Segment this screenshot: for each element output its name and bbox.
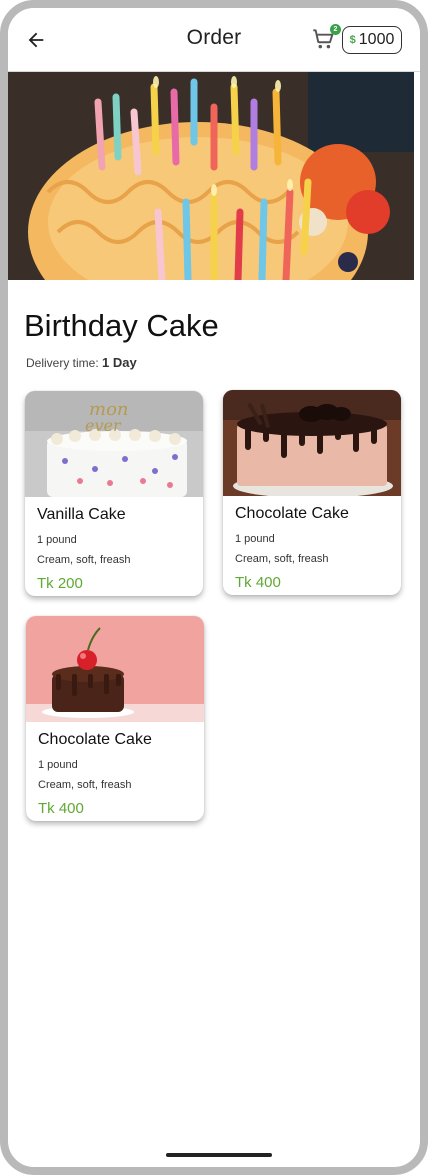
product-card-cherry-chocolate-cake[interactable]: Chocolate Cake 1 pound Cream, soft, frea…	[26, 616, 204, 821]
card-price: Tk 400	[38, 800, 84, 817]
coin-icon: $	[349, 34, 356, 46]
app-bar: Order 2 $ 1000	[8, 8, 420, 72]
card-name: Chocolate Cake	[235, 505, 349, 522]
coin-balance: 1000	[358, 31, 395, 48]
cart-button[interactable]: 2	[310, 24, 341, 54]
product-card-chocolate-cake[interactable]: Chocolate Cake 1 pound Cream, soft, frea…	[223, 390, 401, 595]
coin-balance-button[interactable]: $ 1000	[342, 26, 402, 54]
delivery-time: Delivery time: 1 Day	[26, 355, 137, 370]
vanilla-cake-image: mon ever	[25, 391, 203, 497]
delivery-value: 1 Day	[102, 355, 137, 370]
home-indicator	[166, 1153, 272, 1157]
card-name: Chocolate Cake	[38, 731, 152, 748]
card-description: Cream, soft, freash	[38, 779, 132, 791]
card-name: Vanilla Cake	[37, 506, 126, 523]
card-description: Cream, soft, freash	[235, 553, 329, 565]
card-price: Tk 200	[37, 575, 83, 592]
svg-text:ever: ever	[85, 416, 122, 435]
card-weight: 1 pound	[38, 759, 78, 771]
card-description: Cream, soft, freash	[37, 554, 131, 566]
card-price: Tk 400	[235, 574, 281, 591]
delivery-label: Delivery time:	[26, 356, 99, 370]
cart-count-badge: 2	[330, 24, 341, 35]
product-title: Birthday Cake	[24, 308, 219, 343]
chocolate-drip-cake-image	[223, 390, 401, 496]
card-weight: 1 pound	[235, 533, 275, 545]
hero-image	[8, 72, 414, 280]
card-weight: 1 pound	[37, 534, 77, 546]
cherry-chocolate-cake-image	[26, 616, 204, 722]
product-card-vanilla-cake[interactable]: mon ever Vanilla Cake 1 pound Cream, sof…	[25, 391, 203, 596]
phone-frame: Order 2 $ 1000 Birthday Cake Delivery ti…	[0, 0, 428, 1175]
